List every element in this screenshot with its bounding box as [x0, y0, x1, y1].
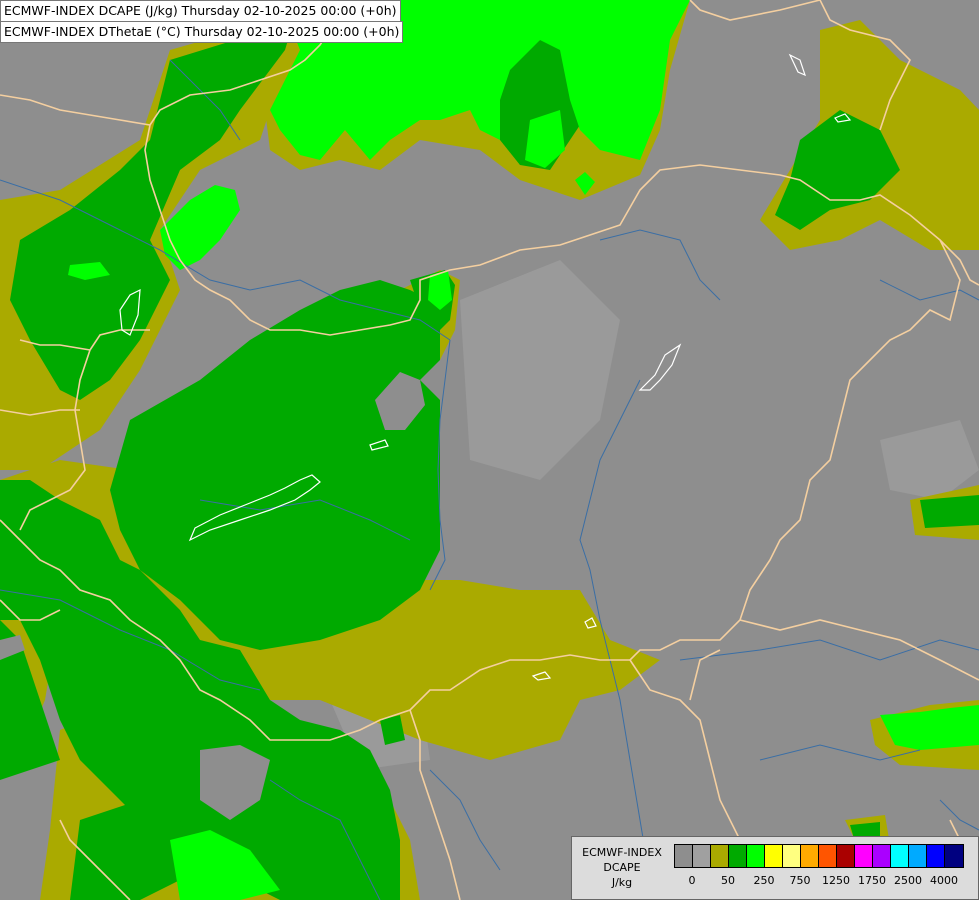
legend-swatch	[711, 845, 729, 867]
legend-swatch	[747, 845, 765, 867]
legend-label: ECMWF-INDEX DCAPE J/kg	[576, 845, 668, 890]
river	[269, 779, 381, 900]
legend-swatch	[873, 845, 891, 867]
river	[429, 339, 451, 591]
border-line	[0, 519, 630, 741]
river	[429, 769, 501, 871]
legend-tick-label: 2500	[894, 874, 922, 887]
border-line	[144, 124, 979, 336]
legend-swatch	[927, 845, 945, 867]
legend-swatch	[729, 845, 747, 867]
color-legend: ECMWF-INDEX DCAPE J/kg 0 50 250 750 1250 1750…	[571, 836, 979, 900]
river	[579, 379, 651, 881]
lake-outline	[119, 288, 141, 336]
lake-outline	[834, 113, 852, 123]
legend-swatch	[765, 845, 783, 867]
legend-tick-label: 1750	[858, 874, 886, 887]
legend-color-bar	[674, 844, 964, 868]
border-line	[19, 339, 91, 351]
map-title-dthetae: ECMWF-INDEX DThetaE (°C) Thursday 02-10-…	[0, 21, 404, 43]
river	[0, 179, 451, 341]
river	[0, 589, 261, 691]
river	[879, 279, 979, 301]
border-line	[0, 599, 61, 621]
legend-swatch	[819, 845, 837, 867]
border-line	[629, 239, 961, 661]
map-title-dcape: ECMWF-INDEX DCAPE (J/kg) Thursday 02-10-…	[0, 0, 401, 22]
legend-swatch	[801, 845, 819, 867]
river	[939, 799, 979, 831]
border-line	[19, 329, 150, 531]
border-line	[819, 0, 911, 131]
legend-swatch	[891, 845, 909, 867]
legend-tick-label: 0	[688, 874, 696, 887]
border-line	[689, 649, 721, 701]
river	[599, 229, 721, 301]
border-line	[739, 619, 979, 681]
legend-tick-labels: 0 50 250 750 1250 1750 2500 4000	[674, 874, 964, 888]
lakes	[119, 53, 852, 681]
legend-unit: J/kg	[611, 876, 633, 889]
border-line	[59, 819, 131, 900]
lake-outline	[788, 53, 806, 77]
legend-swatch	[855, 845, 873, 867]
legend-model-name: ECMWF-INDEX	[582, 846, 662, 859]
border-line	[689, 0, 821, 21]
river	[759, 744, 921, 761]
lake-outline	[369, 439, 389, 451]
country-borders	[0, 0, 979, 900]
legend-swatch	[783, 845, 801, 867]
lake-outline	[188, 474, 321, 542]
legend-swatch	[675, 845, 693, 867]
legend-tick-label: 1250	[822, 874, 850, 887]
lake-outline	[531, 671, 552, 681]
legend-tick-label: 4000	[930, 874, 958, 887]
border-line	[409, 709, 461, 900]
rivers	[0, 59, 979, 900]
lake-outline	[638, 343, 682, 391]
river	[199, 499, 411, 541]
legend-tick-label: 750	[789, 874, 811, 887]
legend-swatch	[837, 845, 855, 867]
legend-swatch	[945, 845, 963, 867]
legend-tick-label: 250	[753, 874, 775, 887]
legend-variable-name: DCAPE	[603, 861, 641, 874]
legend-swatch	[909, 845, 927, 867]
legend-swatch	[693, 845, 711, 867]
lake-outline	[584, 617, 597, 629]
legend-tick-label: 50	[721, 874, 735, 887]
border-line	[0, 409, 80, 416]
geography-layer	[0, 0, 979, 900]
map-canvas[interactable]: ECMWF-INDEX DCAPE (J/kg) Thursday 02-10-…	[0, 0, 979, 900]
